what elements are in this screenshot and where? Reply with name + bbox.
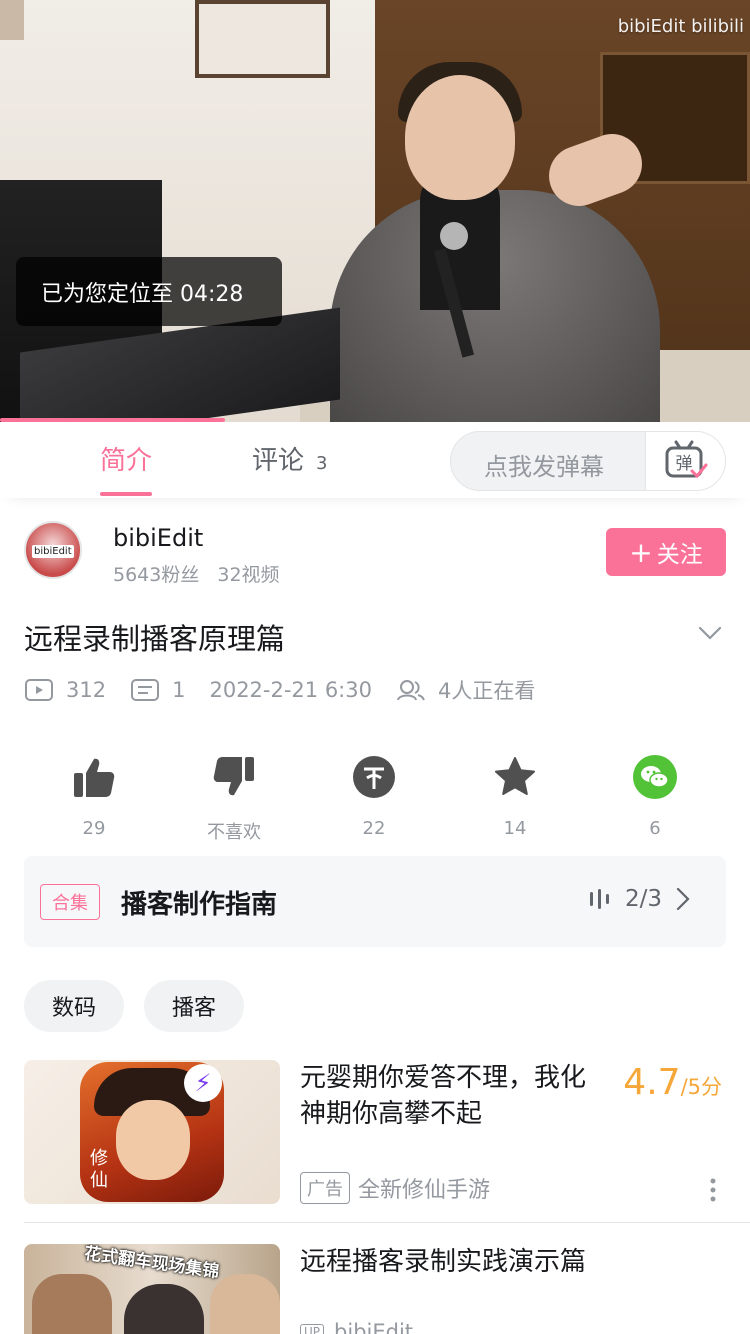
danmaku-count: 1: [172, 678, 186, 702]
related-thumb-banner: 花式翻车现场集锦: [82, 1244, 221, 1283]
favorite-button[interactable]: 14: [445, 752, 585, 839]
tag-list: 数码 播客: [24, 980, 264, 1032]
share-wechat-button[interactable]: 6: [585, 752, 725, 839]
video-scene-mic: [440, 222, 468, 250]
thumb-person-left: [32, 1274, 112, 1334]
ad-card[interactable]: ⚡ 修仙 元婴期你爱答不理，我化神期你高攀不起 4.7/5分 广告 全新修仙手游: [24, 1060, 726, 1210]
related-video-card[interactable]: 花式翻车现场集锦 远程播客录制实践演示篇 UP bibiEdit: [24, 1244, 726, 1334]
tab-comments-count: 3: [316, 453, 328, 474]
uploader-videos: 32视频: [217, 564, 280, 586]
views-stat: 312: [24, 678, 106, 702]
chevron-right-icon: [676, 887, 690, 911]
publish-time: 2022-2-21 6:30: [209, 678, 372, 702]
related-video-thumbnail: 花式翻车现场集锦: [24, 1244, 280, 1334]
danmaku-count-icon: [131, 679, 160, 701]
play-count-icon: [25, 679, 53, 701]
collection-progress-text: 2/3: [624, 886, 662, 912]
watching-stat: 4人正在看: [396, 675, 535, 705]
ad-rating-unit: /5分: [680, 1075, 722, 1099]
video-scene-person-head: [405, 75, 515, 200]
lightning-badge-icon: ⚡: [184, 1064, 222, 1102]
follow-button[interactable]: + 关注: [606, 528, 726, 576]
like-button[interactable]: 29: [24, 752, 164, 839]
tab-comments-label: 评论: [252, 446, 305, 476]
ad-rating-value: 4.7: [623, 1062, 681, 1103]
favorite-icon: [495, 757, 535, 795]
ad-thumb-text: 修仙: [90, 1148, 108, 1191]
coin-icon: [353, 756, 395, 798]
tab-intro[interactable]: 简介: [100, 440, 152, 477]
coin-count: 22: [362, 818, 386, 839]
thumb-person-middle: [124, 1284, 204, 1334]
views-count: 312: [66, 678, 107, 702]
uploader-name[interactable]: bibiEdit: [113, 524, 203, 552]
video-player[interactable]: bibiEdit bilibili 已为您定位至 04:28: [0, 0, 750, 422]
dislike-label: 不喜欢: [207, 822, 261, 843]
collection-tag: 合集: [40, 884, 100, 920]
action-bar: 29 不喜欢 22 14 6: [24, 752, 726, 848]
watching-count: 4人正在看: [437, 679, 536, 703]
wechat-share-icon: [633, 755, 677, 799]
tab-active-indicator: [100, 492, 152, 496]
tab-comments[interactable]: 评论 3: [252, 440, 327, 477]
like-icon: [74, 758, 115, 797]
danmaku-stat: 1: [130, 678, 185, 702]
video-scene-picture: [195, 0, 330, 78]
up-badge-icon: UP: [300, 1324, 325, 1334]
list-divider: [24, 1222, 750, 1223]
seek-toast: 已为您定位至 04:28: [16, 257, 282, 326]
tag-chip[interactable]: 数码: [24, 980, 125, 1032]
share-count: 6: [649, 818, 661, 839]
related-author-name: bibiEdit: [334, 1320, 414, 1334]
tag-chip[interactable]: 播客: [144, 980, 245, 1032]
ad-thumbnail: ⚡ 修仙: [24, 1060, 280, 1204]
collection-card[interactable]: 合集 播客制作指南 2/3: [24, 856, 726, 947]
danmaku-toggle-button[interactable]: 弹: [645, 432, 725, 490]
people-watching-icon: [396, 680, 425, 701]
plus-icon: +: [629, 535, 653, 569]
video-scene-frame: [0, 0, 24, 40]
related-video-author: UP bibiEdit: [300, 1320, 413, 1334]
coin-button[interactable]: 22: [304, 752, 444, 839]
follow-label: 关注: [656, 542, 703, 568]
tab-bar: 简介 评论 3 点我发弹幕 弹: [0, 422, 750, 498]
thumb-person-right: [210, 1274, 280, 1334]
expand-chevron-icon[interactable]: [698, 625, 722, 641]
collection-progress: 2/3: [575, 886, 704, 912]
uploader-fans: 5643粉丝: [113, 564, 200, 586]
favorite-count: 14: [503, 818, 527, 839]
ad-badge: 广告: [300, 1172, 350, 1204]
uploader-stats: 5643粉丝 32视频: [113, 560, 280, 587]
svg-text:弹: 弹: [675, 454, 692, 474]
more-options-icon[interactable]: [710, 1178, 716, 1202]
video-meta: 312 1 2022-2-21 6:30 4人正在看: [24, 676, 559, 704]
related-video-title: 远程播客录制实践演示篇: [300, 1247, 587, 1277]
dislike-button[interactable]: 不喜欢: [164, 752, 304, 844]
ad-title: 元婴期你爱答不理，我化神期你高攀不起: [300, 1063, 587, 1129]
danmaku-input[interactable]: 点我发弹幕 弹: [450, 431, 726, 491]
ad-footer: 广告 全新修仙手游: [300, 1172, 490, 1204]
danmaku-placeholder: 点我发弹幕: [484, 453, 604, 481]
like-count: 29: [82, 818, 106, 839]
uploader-avatar-text: bibiEdit: [32, 545, 74, 558]
ad-source: 全新修仙手游: [358, 1178, 491, 1203]
dislike-icon: [213, 757, 254, 796]
uploader-avatar[interactable]: bibiEdit: [24, 521, 82, 579]
ad-rating: 4.7/5分: [623, 1062, 722, 1103]
danmaku-toggle-icon: 弹: [665, 440, 707, 479]
video-watermark: bibiEdit bilibili: [617, 16, 744, 37]
video-title: 远程录制播客原理篇: [24, 622, 286, 656]
collection-title: 播客制作指南: [121, 890, 278, 920]
playing-bars-icon: [589, 889, 609, 909]
ad-character-face: [116, 1100, 190, 1180]
